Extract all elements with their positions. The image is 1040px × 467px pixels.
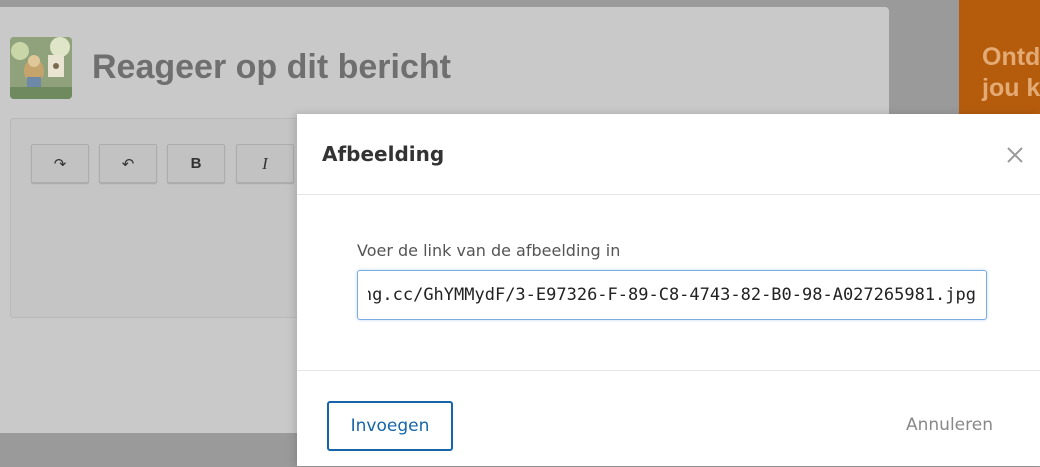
image-url-input[interactable] (357, 270, 987, 320)
close-icon (1007, 147, 1023, 163)
dialog-header: Afbeelding (297, 114, 1040, 195)
user-avatar (10, 37, 72, 99)
cancel-button[interactable]: Annuleren (906, 415, 993, 435)
insert-button[interactable]: Invoegen (327, 401, 453, 451)
dialog-title: Afbeelding (322, 142, 445, 166)
image-url-label: Voer de link van de afbeelding in (357, 241, 621, 260)
undo-button[interactable]: ↶ (99, 144, 157, 183)
redo-button[interactable]: ↷ (31, 144, 89, 183)
redo-icon: ↷ (53, 154, 67, 173)
bold-icon: B (190, 155, 202, 172)
image-dialog: Afbeelding Voer de link van de afbeeldin… (297, 114, 1040, 466)
close-button[interactable] (1003, 143, 1027, 167)
italic-button[interactable]: I (236, 144, 294, 183)
bold-button[interactable]: B (167, 144, 225, 183)
dialog-footer: Invoegen Annuleren (297, 370, 1040, 467)
undo-icon: ↶ (121, 154, 135, 173)
reply-title: Reageer op dit bericht (92, 48, 451, 86)
promo-banner[interactable]: Ontdek jou k (959, 0, 1040, 120)
promo-line-2: jou k (982, 74, 1040, 102)
promo-line-1: Ontdek (982, 43, 1040, 71)
promo-text: Ontdek jou k (982, 42, 1040, 104)
italic-icon: I (262, 153, 268, 173)
